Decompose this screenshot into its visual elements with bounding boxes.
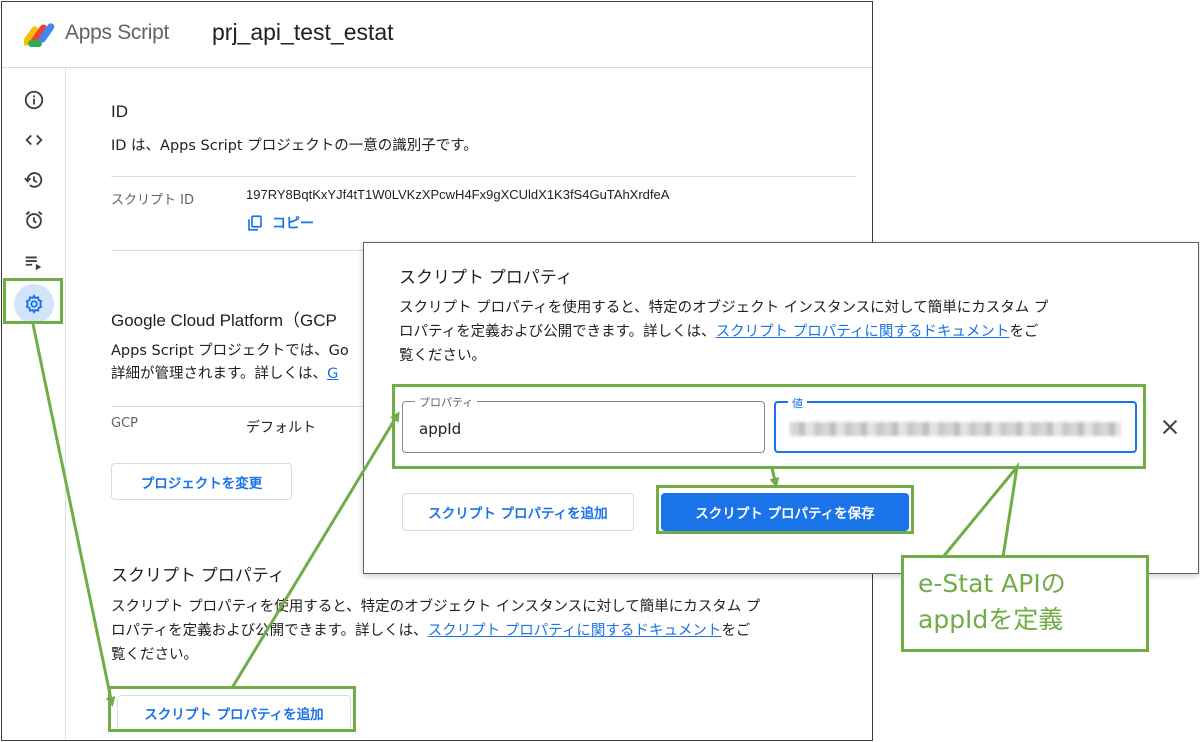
script-id-value: 197RY8BqtKxYJf4tT1W0LVKzXPcwH4Fx9gXCUldX…	[246, 187, 670, 202]
close-icon[interactable]	[1159, 416, 1181, 438]
apps-script-logo-icon	[24, 23, 55, 47]
property-field-label: プロパティ	[415, 394, 478, 410]
gcp-value: デフォルト	[246, 419, 316, 435]
description-text: をご	[721, 623, 751, 639]
divider	[111, 406, 371, 407]
editor-button[interactable]	[20, 126, 48, 154]
add-script-property-button[interactable]: スクリプト プロパティを追加	[117, 695, 351, 731]
gcp-description-text: 詳細が管理されます。詳しくは、	[111, 366, 328, 382]
info-icon	[24, 90, 44, 110]
callout-line1: e-Stat APIの	[918, 569, 1066, 598]
alarm-icon	[25, 211, 43, 229]
value-field-label: 値	[788, 395, 807, 411]
property-value-field[interactable]: 値	[774, 395, 1137, 453]
script-properties-doc-link[interactable]: スクリプト プロパティに関するドキュメント	[428, 623, 722, 639]
copy-icon	[248, 215, 262, 231]
product-name: Apps Script	[65, 21, 170, 44]
callout-line2: appIdを定義	[918, 605, 1064, 634]
copy-label: コピー	[272, 216, 314, 232]
history-button[interactable]	[20, 166, 48, 194]
gcp-section-title: Google Cloud Platform（GCP	[111, 311, 337, 330]
script-properties-dialog: スクリプト プロパティ スクリプト プロパティを使用すると、特定のオブジェクト …	[363, 242, 1199, 574]
executions-button[interactable]	[20, 248, 48, 276]
project-name[interactable]: prj_api_test_estat	[212, 19, 394, 46]
executions-icon	[25, 256, 42, 271]
dialog-doc-link[interactable]: スクリプト プロパティに関するドキュメント	[716, 324, 1010, 340]
triggers-button[interactable]	[20, 206, 48, 234]
property-name-value: appId	[419, 420, 462, 438]
copy-script-id-button[interactable]: コピー	[246, 213, 314, 233]
project-settings-button[interactable]	[14, 284, 54, 324]
left-nav-rail	[2, 68, 66, 740]
gcp-doc-link[interactable]: G	[327, 366, 338, 382]
gcp-label: GCP	[111, 416, 138, 431]
redacted-value	[790, 422, 1121, 436]
description-text: をご	[1009, 324, 1039, 340]
dialog-description-line1: スクリプト プロパティを使用すると、特定のオブジェクト インスタンスに対して簡単…	[399, 300, 1049, 316]
dialog-title: スクリプト プロパティ	[399, 268, 573, 287]
gcp-description-line2: 詳細が管理されます。詳しくは、G	[111, 362, 338, 386]
description-text: ロパティを定義および公開できます。詳しくは、	[399, 324, 716, 340]
script-properties-title: スクリプト プロパティ	[111, 566, 285, 585]
save-script-properties-button[interactable]: スクリプト プロパティを保存	[661, 493, 909, 531]
script-properties-description-line3: 覧ください。	[111, 647, 198, 663]
property-name-field[interactable]: プロパティ appId	[402, 394, 765, 453]
description-text: ロパティを定義および公開できます。詳しくは、	[111, 623, 428, 639]
script-properties-description-line1: スクリプト プロパティを使用すると、特定のオブジェクト インスタンスに対して簡単…	[111, 599, 761, 615]
dialog-description-line2: ロパティを定義および公開できます。詳しくは、スクリプト プロパティに関するドキュ…	[399, 320, 1038, 344]
id-section-description: ID は、Apps Script プロジェクトの一意の識別子です。	[111, 138, 478, 154]
divider	[111, 176, 856, 177]
history-icon	[24, 172, 43, 188]
change-project-button[interactable]: プロジェクトを変更	[111, 463, 292, 500]
dialog-add-property-button[interactable]: スクリプト プロパティを追加	[402, 493, 634, 531]
annotation-callout: e-Stat APIの appIdを定義	[901, 555, 1149, 652]
gcp-description-line1: Apps Script プロジェクトでは、Go	[111, 343, 349, 359]
dialog-description-line3: 覧ください。	[399, 348, 486, 364]
script-id-label: スクリプト ID	[111, 193, 194, 208]
overview-button[interactable]	[20, 86, 48, 114]
gear-icon	[25, 293, 43, 315]
top-bar: Apps Script prj_api_test_estat	[2, 2, 872, 68]
code-icon	[25, 134, 43, 146]
id-section-title: ID	[111, 102, 128, 121]
script-properties-description-line2: ロパティを定義および公開できます。詳しくは、スクリプト プロパティに関するドキュ…	[111, 619, 750, 643]
